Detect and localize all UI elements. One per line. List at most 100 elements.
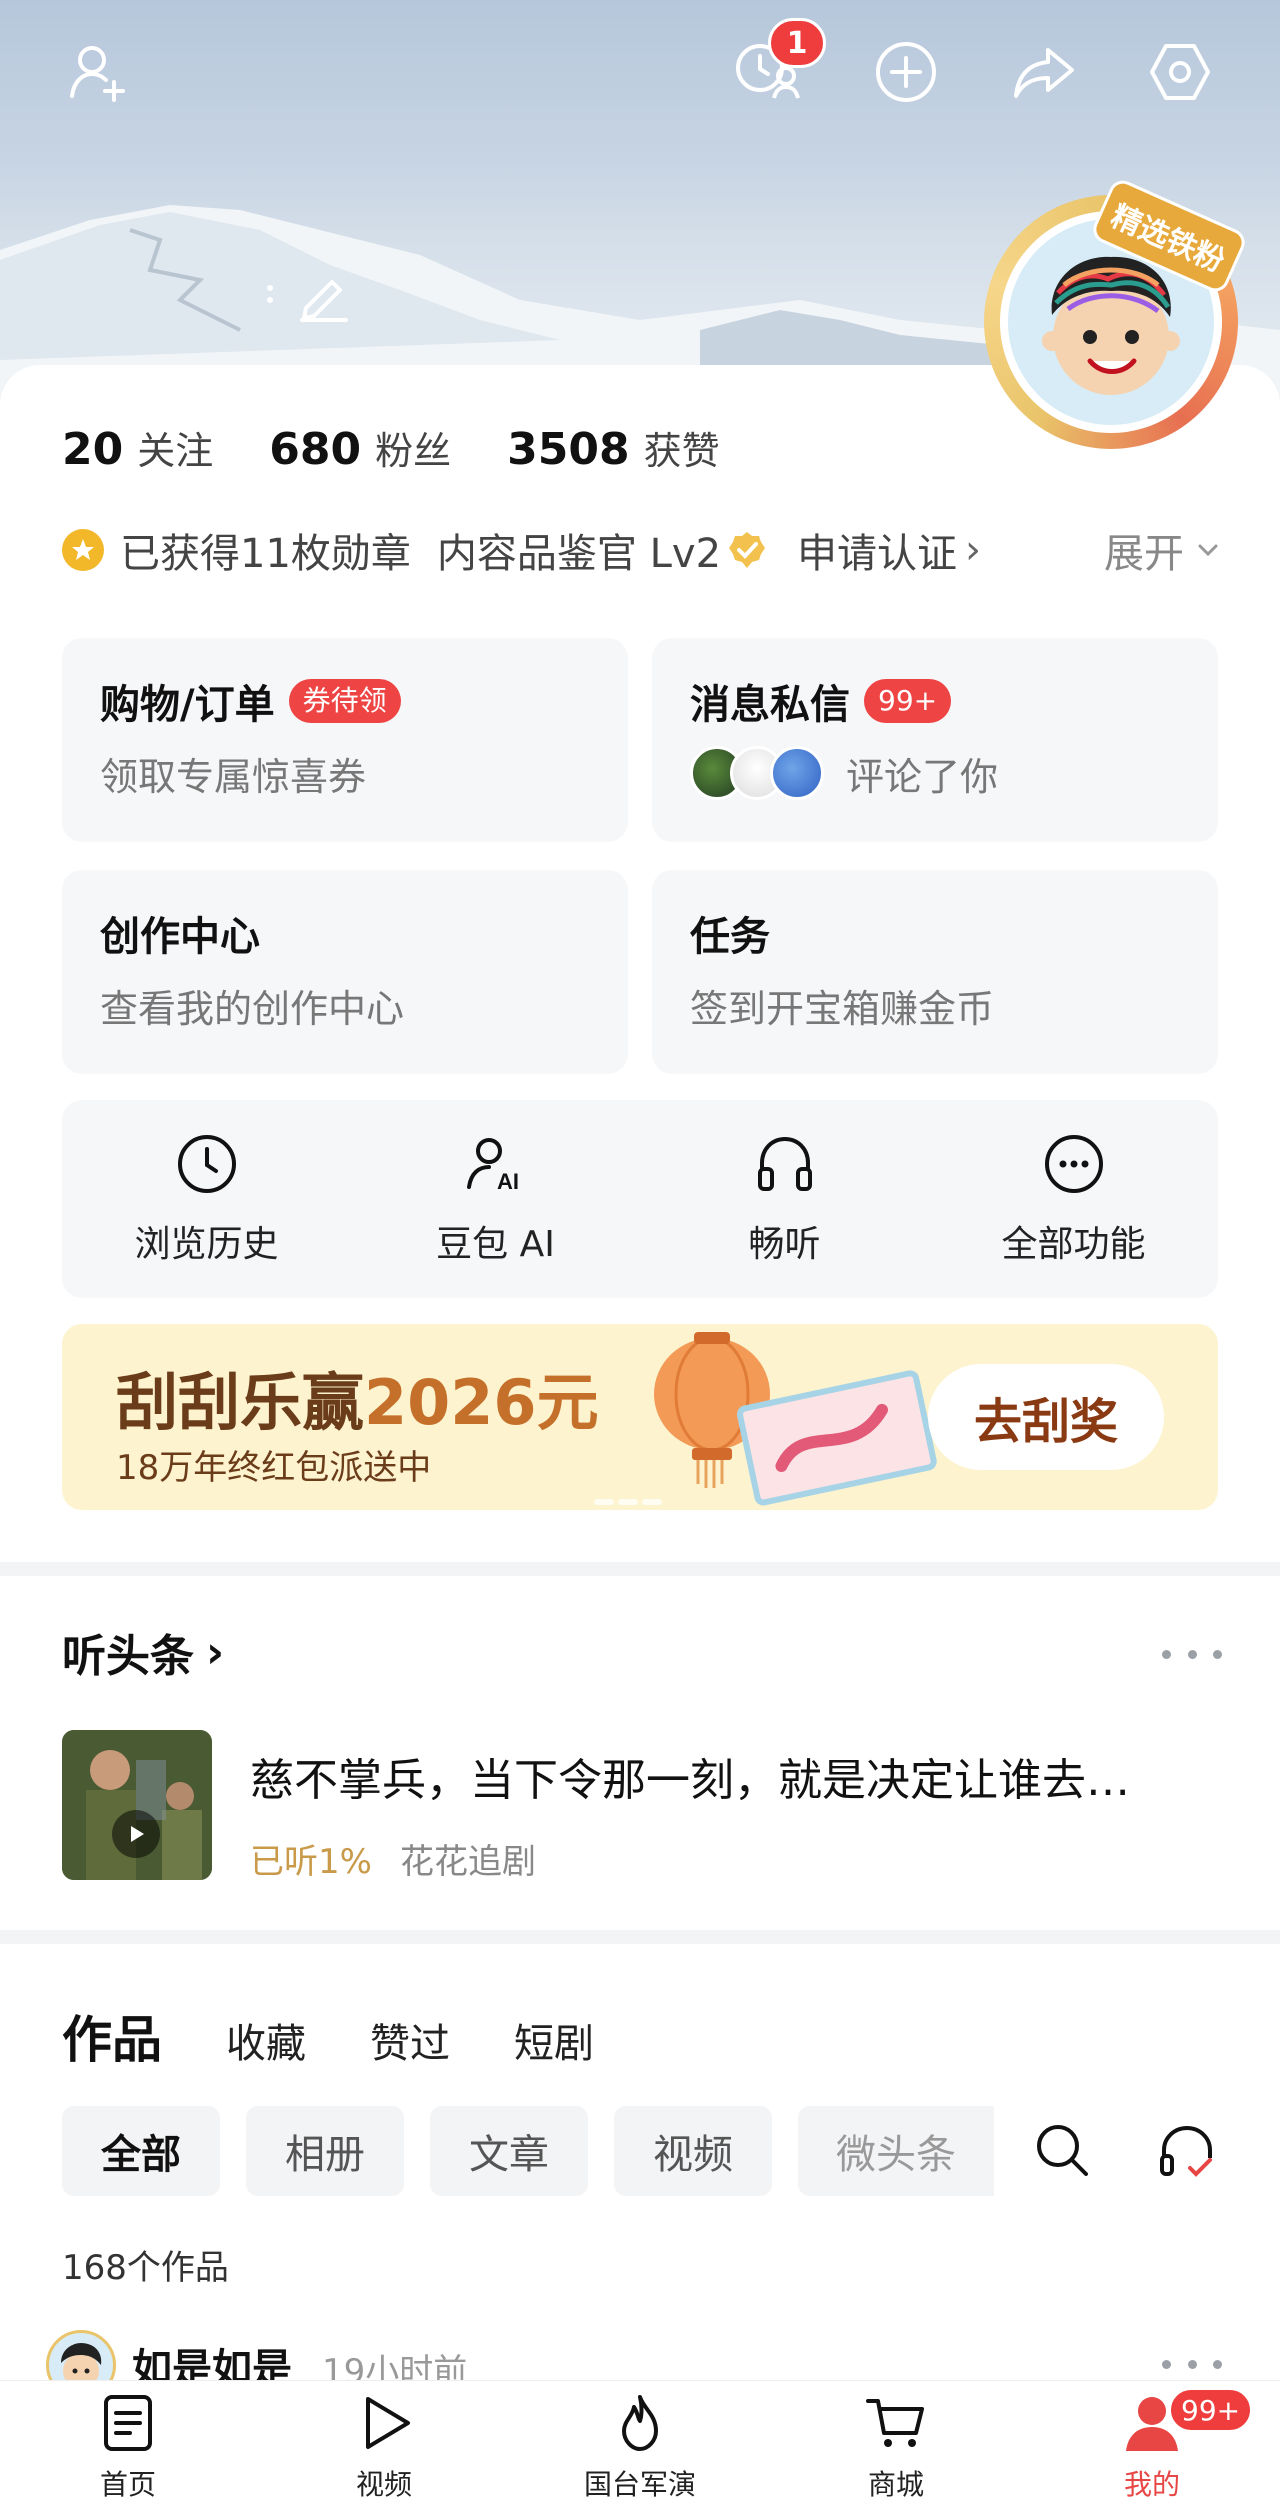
pencil-icon [267,280,348,322]
add-friend-button[interactable] [56,30,140,114]
play-icon [112,1810,160,1858]
stat-likes[interactable]: 3508 获赞 [507,420,719,475]
doubao-ai-button[interactable]: AI 豆包 AI [351,1100,640,1298]
create-button[interactable] [864,30,948,114]
tab-liked[interactable]: 赞过 [370,2011,450,2069]
works-filters: 全部 相册 文章 视频 微头条 [62,2106,1020,2196]
nav-label: 视频 [355,2468,412,2501]
listen-headline[interactable]: 慈不掌兵，当下令那一刻，就是决定让谁去… [250,1744,1210,1808]
settings-button[interactable] [1138,30,1222,114]
quick-label: 豆包 AI [436,1224,555,1265]
stat-label: 获赞 [643,429,720,473]
filter-videos[interactable]: 视频 [614,2106,772,2196]
medal-icon [62,529,104,571]
more-circle-icon [1044,1135,1103,1193]
post-more-button[interactable] [1162,2354,1222,2374]
nav-label: 首页 [99,2468,156,2501]
lantern-card-illustration [654,1332,937,1506]
stat-number: 680 [269,424,362,475]
medals-link[interactable]: 已获得11枚勋章 [120,521,411,579]
nav-label: 我的 [1123,2468,1180,2501]
commenter-avatars [690,746,824,800]
scratch-lottery-banner[interactable]: 刮刮乐赢2026元 18万年终红包派送中 去刮奖 [62,1324,1218,1510]
shopping-title: 购物/订单 [100,682,275,728]
stat-label: 关注 [137,429,214,473]
tab-favorites[interactable]: 收藏 [226,2011,306,2069]
creation-subtitle: 查看我的创作中心 [100,986,405,1031]
shopping-subtitle: 领取专属惊喜券 [100,754,367,799]
chevron-right-icon: › [206,1626,225,1678]
listen-title-text: 听头条 [62,1631,194,1682]
edit-cover-button[interactable] [262,262,352,322]
commenter-avatar [770,746,824,800]
quick-label: 浏览历史 [134,1224,279,1265]
stat-number: 3508 [507,424,630,475]
listen-button[interactable]: 畅听 [640,1100,929,1298]
quick-functions: 浏览历史 AI 豆包 AI 畅听 全部功能 [62,1100,1218,1298]
svg-text:AI: AI [497,1169,519,1194]
filter-albums[interactable]: 相册 [246,2106,404,2196]
shopping-cart-icon [866,2399,924,2447]
user-plus-icon [70,46,125,102]
tasks-subtitle: 签到开宝箱赚金币 [690,986,995,1031]
verified-icon [729,532,766,568]
nav-video[interactable]: 视频 [256,2381,512,2511]
nav-mall[interactable]: 商城 [768,2381,1024,2511]
filter-micro-posts[interactable]: 微头条 [798,2106,994,2196]
listen-source: 花花追剧 [399,1842,536,1882]
listen-headlines-title[interactable]: 听头条 › [62,1620,224,1684]
nav-me[interactable]: 我的 99+ [1024,2381,1280,2511]
expand-label: 展开 [1104,531,1184,577]
chevron-down-icon [1198,544,1218,557]
role-badge[interactable]: 内容品鉴官 Lv2 [437,521,721,579]
coupon-tag: 券待领 [288,679,401,723]
messages-count-badge: 99+ [864,679,952,723]
headphones-icon [757,1136,812,1191]
search-icon[interactable] [1028,2116,1098,2186]
banner-title: 刮刮乐赢2026元 [116,1352,599,1442]
listen-check-icon[interactable] [1152,2116,1222,2186]
play-icon [366,2397,410,2449]
banner-title-a: 刮刮乐赢 [116,1366,365,1439]
apply-verification-link[interactable]: 申请认证 › [797,521,981,579]
banner-subtitle: 18万年终红包派送中 [116,1448,432,1488]
messages-subtitle: 评论了你 [846,754,999,799]
ai-user-icon: AI [466,1138,519,1194]
plus-circle-icon [876,42,936,102]
stat-followers[interactable]: 680 粉丝 [269,420,451,475]
banner-title-amount: 2026元 [364,1366,599,1439]
nav-home[interactable]: 首页 [0,2381,256,2511]
listen-thumbnail[interactable] [62,1730,212,1880]
browse-history-button[interactable]: 浏览历史 [62,1100,351,1298]
avatar[interactable]: 精选铁粉 [984,176,1250,449]
section-divider [0,1562,1280,1576]
listen-meta: 已听1% 花花追剧 [250,1834,536,1883]
all-functions-button[interactable]: 全部功能 [929,1100,1218,1298]
shopping-orders-card[interactable]: 购物/订单 券待领 领取专属惊喜券 [62,638,628,842]
carousel-indicator [594,1490,684,1505]
share-button[interactable] [1002,30,1086,114]
apply-label: 申请认证 [797,531,958,577]
bottom-navigation: 首页 视频 国台军演 商城 我的 99+ [0,2380,1280,2511]
gear-icon [1150,44,1210,100]
filter-all[interactable]: 全部 [62,2106,220,2196]
expand-button[interactable]: 展开 [1104,520,1222,580]
stat-following[interactable]: 20 关注 [62,420,213,475]
share-arrow-icon [1014,48,1074,98]
home-doc-icon [104,2395,152,2451]
clock-icon [177,1135,236,1193]
creator-center-card[interactable]: 创作中心 查看我的创作中心 [62,870,628,1074]
quick-label: 畅听 [748,1224,821,1265]
nav-hot-topic[interactable]: 国台军演 [512,2381,768,2511]
scratch-now-button[interactable]: 去刮奖 [928,1364,1164,1470]
works-tabs: 作品 收藏 赞过 短剧 [62,2000,658,2072]
stat-label: 粉丝 [375,429,452,473]
tab-works[interactable]: 作品 [62,2000,162,2072]
tasks-card[interactable]: 任务 签到开宝箱赚金币 [652,870,1218,1074]
messages-card[interactable]: 消息私信 99+ 评论了你 [652,638,1218,842]
quick-label: 全部功能 [1001,1224,1146,1265]
tab-short-drama[interactable]: 短剧 [514,2011,594,2069]
listen-more-button[interactable] [1162,1644,1222,1664]
filter-articles[interactable]: 文章 [430,2106,588,2196]
messages-title: 消息私信 [690,682,850,728]
